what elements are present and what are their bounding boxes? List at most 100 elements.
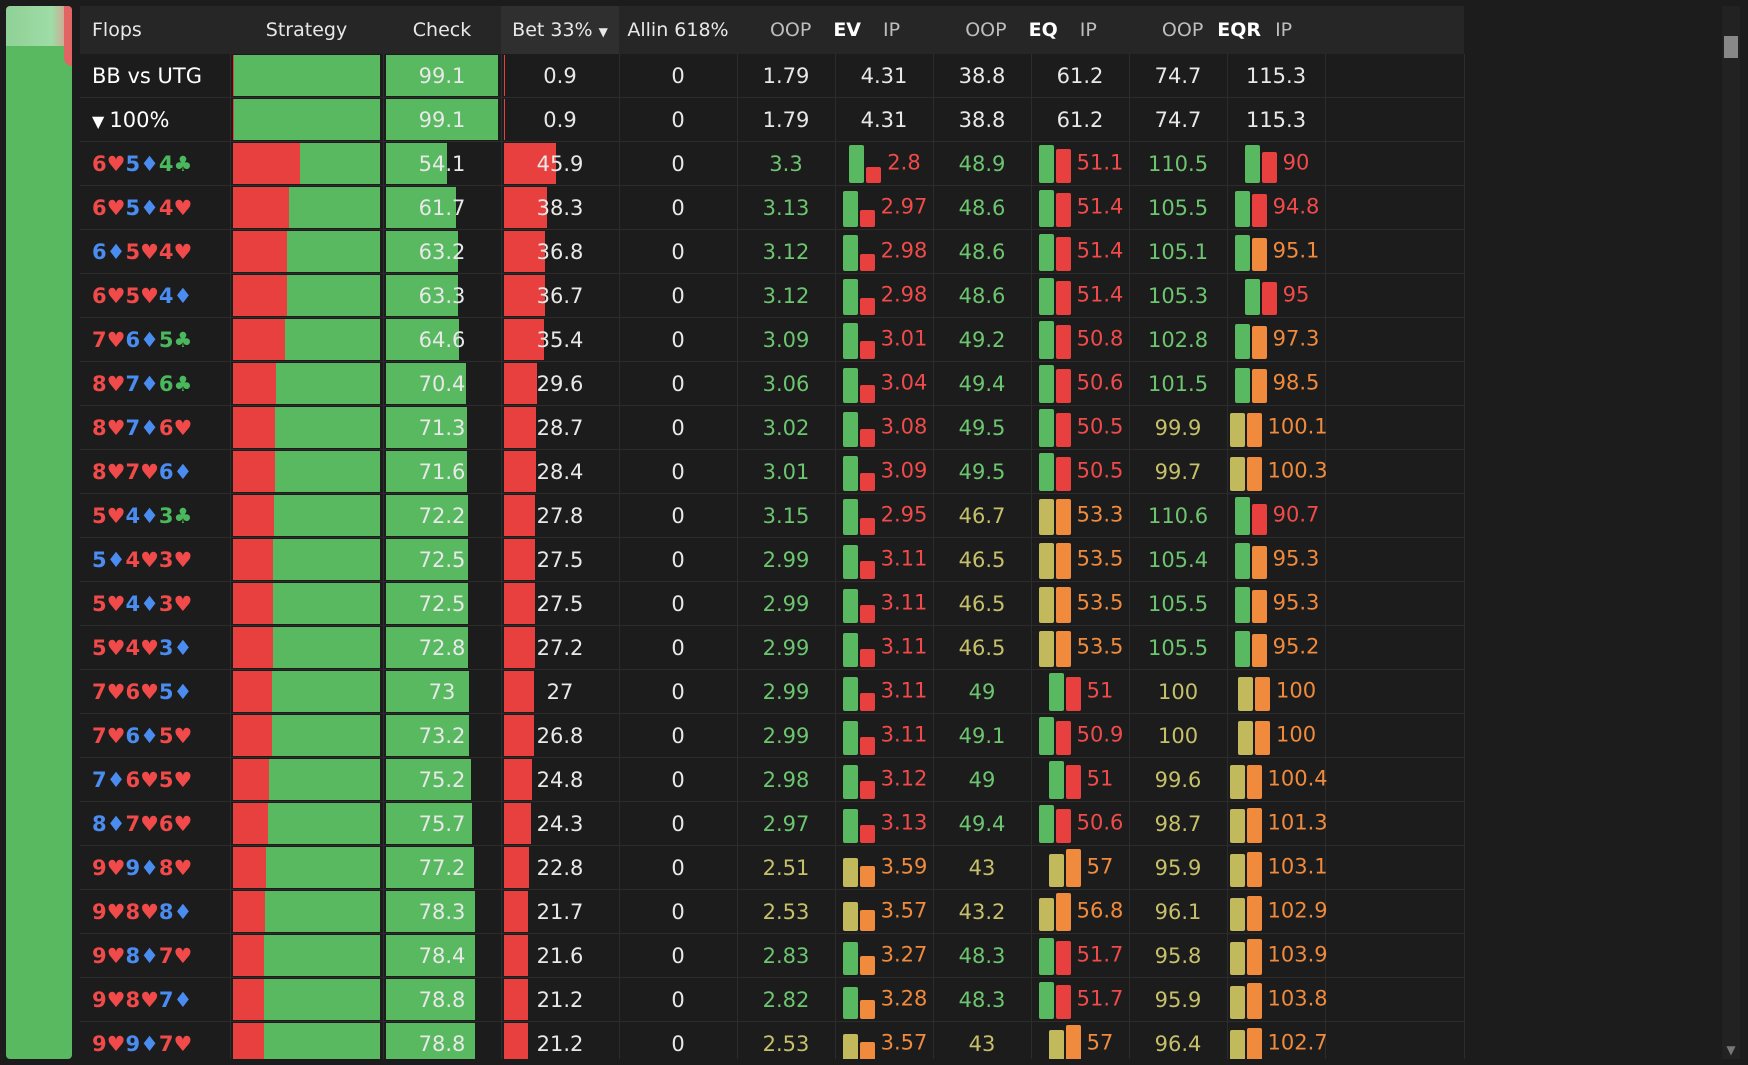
card-rank: 9 <box>125 1031 141 1056</box>
vertical-scrollbar[interactable]: ▼ <box>1722 6 1740 1059</box>
table-row[interactable]: 8♦7♥6♥ 75.7 24.3 0 2.97 3.13 49.4 50.6 98.7 101.3 <box>80 801 1465 846</box>
flop-cell[interactable]: 6♥5♦4♣ <box>80 141 231 186</box>
eq-bars-oop-bar <box>1038 937 1054 975</box>
table-row[interactable]: 9♥9♦7♥ 78.8 21.2 0 2.53 3.57 43 57 96.4 102.7 <box>80 1021 1465 1059</box>
table-row[interactable]: 5♥4♦3♣ 72.2 27.8 0 3.15 2.95 46.7 53.3 110.6 90.7 <box>80 493 1465 538</box>
table-row[interactable]: 7♥6♦5♥ 73.2 26.8 0 2.99 3.11 49.1 50.9 100 100 <box>80 713 1465 758</box>
table-row[interactable]: 8♥7♦6♣ 70.4 29.6 0 3.06 3.04 49.4 50.6 101.5 98.5 <box>80 361 1465 406</box>
eq-bars-ip-bar <box>1055 984 1071 1019</box>
flop-cell[interactable]: 9♥9♦8♥ <box>80 845 231 890</box>
eq-bars-oop-bar <box>1038 587 1054 623</box>
flop-cell[interactable]: 8♦7♥6♥ <box>80 801 231 846</box>
ev-oop-cell: 3.01 <box>737 449 836 494</box>
flop-cell[interactable]: 7♥6♥5♦ <box>80 669 231 714</box>
flop-cell[interactable]: 9♥8♥8♦ <box>80 889 231 934</box>
summary-row[interactable]: ▼ 100% 99.1 0.9 0 1.79 4.31 38.8 61.2 74.7 115.3 <box>80 97 1465 142</box>
allin-value: 0 <box>671 415 685 440</box>
ev-ip-cell: 3.08 <box>835 405 934 450</box>
flop-cell[interactable]: BB vs UTG <box>80 54 231 98</box>
table-row[interactable]: 6♥5♥4♦ 63.3 36.7 0 3.12 2.98 48.6 51.4 105.3 95 <box>80 273 1465 318</box>
header-bet[interactable]: Bet 33% ▼ <box>501 6 619 54</box>
heart-suit-icon: ♥ <box>106 899 126 924</box>
eq-ip-cell: 53.5 <box>1031 581 1130 626</box>
card-rank: 7 <box>158 943 174 968</box>
eqr-bars-ip-bar <box>1246 764 1262 799</box>
eqr-bars-ip-bar <box>1251 194 1267 227</box>
header-eqr-group[interactable]: OOP EQR IP <box>1129 6 1326 54</box>
header-eq-group[interactable]: OOP EQ IP <box>933 6 1130 54</box>
header-flops[interactable]: Flops <box>80 6 230 54</box>
diamond-suit-icon: ♦ <box>140 943 159 968</box>
header-strategy[interactable]: Strategy <box>230 6 383 54</box>
table-row[interactable]: 6♦5♥4♥ 63.2 36.8 0 3.12 2.98 48.6 51.4 105.1 95.1 <box>80 229 1465 274</box>
table-row[interactable]: 6♥5♦4♣ 54.1 45.9 0 3.3 2.8 48.9 51.1 110.5 90 <box>80 141 1465 186</box>
table-row[interactable]: 9♥8♥7♦ 78.8 21.2 0 2.82 3.28 48.3 51.7 95.9 103.8 <box>80 977 1465 1022</box>
flop-cell[interactable]: 9♥8♥7♦ <box>80 977 231 1022</box>
check-cell: 64.6 <box>383 317 502 362</box>
header-ev: EV <box>833 19 861 41</box>
eqr-ip-value: 100 <box>1275 678 1317 703</box>
ev-ip-cell: 3.57 <box>835 1021 934 1059</box>
flop-cell[interactable]: 5♦4♥3♥ <box>80 537 231 582</box>
table-row[interactable]: 8♥7♥6♦ 71.6 28.4 0 3.01 3.09 49.5 50.5 99.7 100.3 <box>80 449 1465 494</box>
eqr-oop-cell: 105.3 <box>1129 273 1228 318</box>
row-spacer <box>1325 757 1465 802</box>
chevron-down-icon[interactable]: ▼ <box>599 25 608 39</box>
strategy-bet-bar <box>232 451 275 492</box>
table-row[interactable]: 5♦4♥3♥ 72.5 27.5 0 2.99 3.11 46.5 53.5 105.4 95.3 <box>80 537 1465 582</box>
header-check[interactable]: Check <box>383 6 501 54</box>
scroll-down-arrow-icon[interactable]: ▼ <box>1722 1043 1740 1057</box>
flop-cell[interactable]: 5♥4♦3♥ <box>80 581 231 626</box>
flop-cell[interactable]: 7♦6♥5♥ <box>80 757 231 802</box>
flop-cell[interactable]: 7♥6♦5♥ <box>80 713 231 758</box>
flop-cell[interactable]: 5♥4♦3♣ <box>80 493 231 538</box>
table-row[interactable]: 7♦6♥5♥ 75.2 24.8 0 2.98 3.12 49 51 99.6 100.4 <box>80 757 1465 802</box>
flop-cell[interactable]: ▼ 100% <box>80 97 231 142</box>
club-suit-icon: ♣ <box>173 327 193 352</box>
table-row[interactable]: 5♥4♦3♥ 72.5 27.5 0 2.99 3.11 46.5 53.5 105.5 95.3 <box>80 581 1465 626</box>
flop-cell[interactable]: 8♥7♥6♦ <box>80 449 231 494</box>
eqr-oop-value: 105.5 <box>1147 635 1209 660</box>
table-row[interactable]: 7♥6♦5♣ 64.6 35.4 0 3.09 3.01 49.2 50.8 102.8 97.3 <box>80 317 1465 362</box>
header-allin[interactable]: Allin 618% <box>619 6 737 54</box>
table-row[interactable]: 7♥6♥5♦ 73 27 0 2.99 3.11 49 51 100 100 <box>80 669 1465 714</box>
flop-cell[interactable]: 6♦5♥4♥ <box>80 229 231 274</box>
bet-value: 27.5 <box>536 591 584 616</box>
eq-bars-ip-bar <box>1065 677 1081 711</box>
flop-cell[interactable]: 7♥6♦5♣ <box>80 317 231 362</box>
scrollbar-thumb[interactable] <box>1724 36 1738 58</box>
flop-cell[interactable]: 6♥5♦4♥ <box>80 185 231 230</box>
eqr-oop-cell: 98.7 <box>1129 801 1228 846</box>
bet-cell: 21.2 <box>501 1021 620 1059</box>
eq-ip-value: 50.5 <box>1076 458 1124 483</box>
table-row[interactable]: 8♥7♦6♥ 71.3 28.7 0 3.02 3.08 49.5 50.5 99.9 100.1 <box>80 405 1465 450</box>
strategy-bet-bar <box>232 363 277 404</box>
filter-icon[interactable]: ▼ <box>92 112 109 131</box>
table-row[interactable]: 9♥9♦8♥ 77.2 22.8 0 2.51 3.59 43 57 95.9 103.1 <box>80 845 1465 890</box>
eq-ip-value: 61.2 <box>1056 63 1104 88</box>
flop-cell[interactable]: 8♥7♦6♣ <box>80 361 231 406</box>
flop-cell[interactable]: 8♥7♦6♥ <box>80 405 231 450</box>
strategy-bar-cell <box>230 845 384 890</box>
ev-oop-value: 2.99 <box>762 679 810 704</box>
table-row[interactable]: 9♥8♦7♥ 78.4 21.6 0 2.83 3.27 48.3 51.7 95.8 103.9 <box>80 933 1465 978</box>
table-row[interactable]: 5♥4♥3♦ 72.8 27.2 0 2.99 3.11 46.5 53.5 105.5 95.2 <box>80 625 1465 670</box>
flop-cell[interactable]: 6♥5♥4♦ <box>80 273 231 318</box>
flop-cell[interactable]: 9♥8♦7♥ <box>80 933 231 978</box>
table-row[interactable]: 6♥5♦4♥ 61.7 38.3 0 3.13 2.97 48.6 51.4 105.5 94.8 <box>80 185 1465 230</box>
flop-cell[interactable]: 9♥9♦7♥ <box>80 1021 231 1059</box>
header-ev-group[interactable]: OOP EV IP <box>737 6 933 54</box>
heart-suit-icon: ♥ <box>106 459 126 484</box>
summary-row[interactable]: BB vs UTG 99.1 0.9 0 1.79 4.31 38.8 61.2 74.7 115… <box>80 54 1465 98</box>
eqr-oop-value: 110.5 <box>1147 151 1209 176</box>
eq-oop-value: 43 <box>968 1031 996 1056</box>
eq-bars <box>1037 626 1077 669</box>
ev-bars-oop-bar <box>842 367 858 403</box>
flops-table: Flops Strategy Check Bet 33% ▼ Allin 618%… <box>80 6 1465 1059</box>
ev-bars <box>841 758 881 801</box>
ev-bars-ip-bar <box>866 166 882 183</box>
ev-bars <box>841 670 881 713</box>
ev-bars-ip-bar <box>859 385 875 403</box>
flop-cell[interactable]: 5♥4♥3♦ <box>80 625 231 670</box>
table-row[interactable]: 9♥8♥8♦ 78.3 21.7 0 2.53 3.57 43.2 56.8 96.1 102.9 <box>80 889 1465 934</box>
